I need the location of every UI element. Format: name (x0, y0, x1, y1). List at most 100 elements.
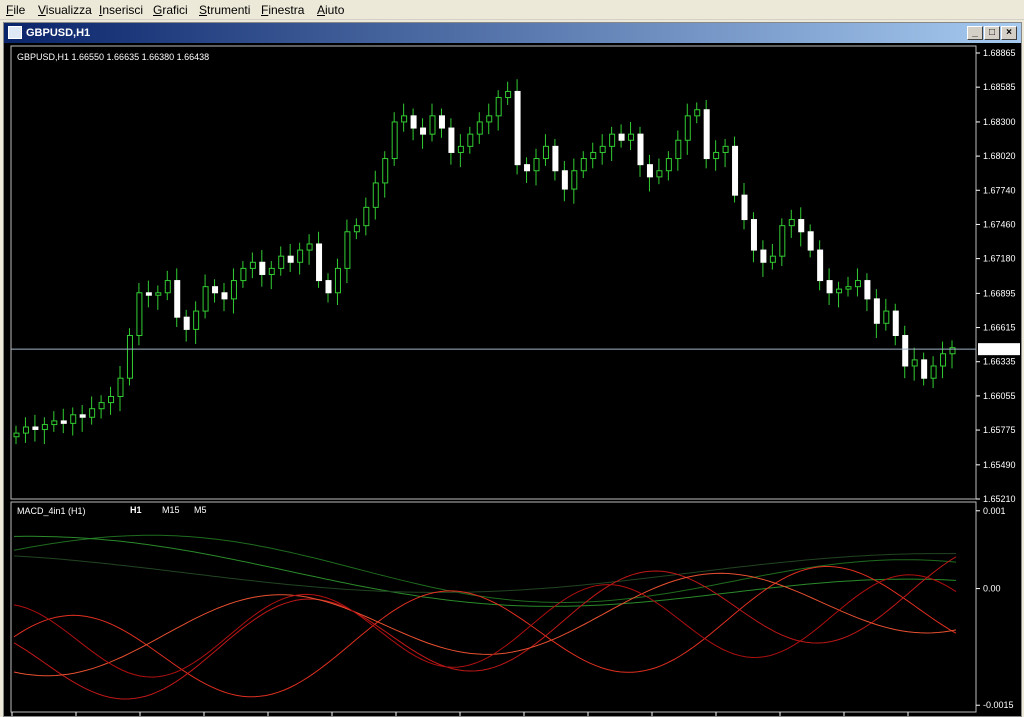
bear-candle (32, 426, 39, 430)
bear-candle (420, 127, 427, 135)
price-axis-label: 1.68585 (983, 82, 1016, 92)
bull-candle (713, 151, 720, 160)
bull-candle (476, 121, 483, 135)
menu-finestra[interactable]: Finestra (261, 3, 304, 17)
chart-window-icon (8, 26, 22, 39)
bull-candle (306, 243, 313, 251)
bull-candle (542, 145, 549, 160)
indicator-title: MACD_4in1 (H1) (17, 506, 86, 516)
macd-line-1 (14, 535, 957, 607)
indicator-axis-label: 0.001 (983, 506, 1006, 516)
bull-candle (249, 261, 256, 269)
price-axis-label: 1.67460 (983, 219, 1016, 229)
macd-line-2 (13, 553, 956, 593)
maximize-button[interactable]: □ (984, 26, 1000, 40)
indicator-legend-m15: M15 (162, 505, 180, 515)
bull-candle (51, 420, 58, 426)
bull-candle (202, 286, 209, 312)
bear-candle (145, 292, 152, 296)
bear-candle (561, 170, 568, 190)
bear-candle (183, 316, 190, 330)
menu-aiuto[interactable]: Aiuto (317, 3, 344, 17)
bull-candle (70, 414, 77, 424)
bull-candle (13, 432, 20, 438)
bull-candle (22, 426, 29, 434)
bear-candle (798, 219, 805, 233)
menu-grafici[interactable]: Grafici (153, 3, 188, 17)
chart-area[interactable]: 1.68865 1.68585 1.68300 1.68020 1.67740 1.674… (4, 43, 1021, 716)
indicator-legend-m5: M5 (194, 505, 207, 515)
bear-candle (552, 145, 559, 172)
menu-file[interactable]: File (6, 3, 25, 17)
price-axis-label: 1.68865 (983, 48, 1016, 58)
bull-candle (836, 288, 843, 294)
price-info-label: GBPUSD,H1 1.66550 1.66635 1.66380 1.6643… (17, 52, 209, 62)
bull-candle (155, 292, 162, 296)
bear-candle (316, 243, 323, 282)
bear-candle (410, 115, 417, 129)
minimize-button[interactable]: _ (967, 26, 983, 40)
chart-window-title: GBPUSD,H1 (26, 27, 91, 39)
close-button[interactable]: × (1001, 26, 1017, 40)
bear-candle (826, 280, 833, 294)
indicator-legend-h1: H1 (130, 505, 142, 515)
indicator-axis-label: 0.00 (983, 584, 1001, 594)
bear-candle (741, 194, 748, 221)
bull-candle (788, 219, 795, 227)
bear-candle (448, 127, 455, 153)
price-axis-label: 1.67740 (983, 185, 1016, 195)
bull-candle (193, 310, 200, 330)
bear-candle (703, 109, 710, 160)
bull-candle (429, 115, 436, 135)
bear-candle (873, 298, 880, 324)
current-price-label: 1.66438 (981, 344, 1014, 354)
bull-candle (949, 347, 956, 355)
indicator-axis-label: -0.0015 (983, 700, 1014, 710)
bear-candle (79, 414, 86, 418)
bull-candle (609, 133, 616, 147)
bull-candle (769, 255, 776, 263)
bull-candle (694, 109, 701, 117)
bear-candle (287, 255, 294, 263)
price-chart-svg[interactable]: 1.68865 1.68585 1.68300 1.68020 1.67740 1.674… (4, 43, 1021, 716)
bull-candle (372, 182, 379, 208)
bear-candle (60, 420, 67, 424)
menu-visualizza[interactable]: Visualizza (38, 3, 92, 17)
bull-candle (486, 115, 493, 123)
bear-candle (750, 219, 757, 251)
price-axis-label: 1.65775 (983, 425, 1016, 435)
bear-candle (325, 280, 332, 294)
bear-candle (807, 231, 814, 251)
bull-candle (457, 145, 464, 153)
macd-line-6 (13, 574, 957, 678)
menu-inserisci[interactable]: Inserisci (99, 3, 143, 17)
bull-candle (117, 377, 124, 397)
price-axis-label: 1.66615 (983, 323, 1016, 333)
bull-candle (590, 151, 597, 160)
bull-candle (164, 280, 171, 294)
bear-candle (646, 164, 653, 178)
bear-candle (817, 249, 824, 282)
bear-candle (514, 90, 521, 166)
bear-candle (760, 249, 767, 263)
bull-candle (911, 359, 918, 367)
bull-candle (533, 158, 540, 172)
menu-strumenti[interactable]: Strumenti (199, 3, 250, 17)
chart-window-titlebar: GBPUSD,H1 _ □ × (4, 23, 1021, 43)
bull-candle (98, 402, 105, 410)
bull-candle (571, 170, 578, 190)
bear-candle (902, 334, 909, 367)
price-axis-label: 1.66895 (983, 288, 1016, 298)
bear-candle (921, 359, 928, 379)
bull-candle (363, 206, 370, 227)
price-axis-label: 1.65210 (983, 494, 1016, 504)
bull-candle (628, 133, 635, 141)
bull-candle (401, 115, 408, 123)
bear-candle (221, 292, 228, 300)
macd-line-4 (13, 556, 957, 700)
price-axis-label: 1.68020 (983, 151, 1016, 161)
bull-candle (126, 334, 133, 379)
bull-candle (675, 139, 682, 160)
bull-candle (495, 97, 502, 117)
bear-candle (732, 145, 739, 196)
